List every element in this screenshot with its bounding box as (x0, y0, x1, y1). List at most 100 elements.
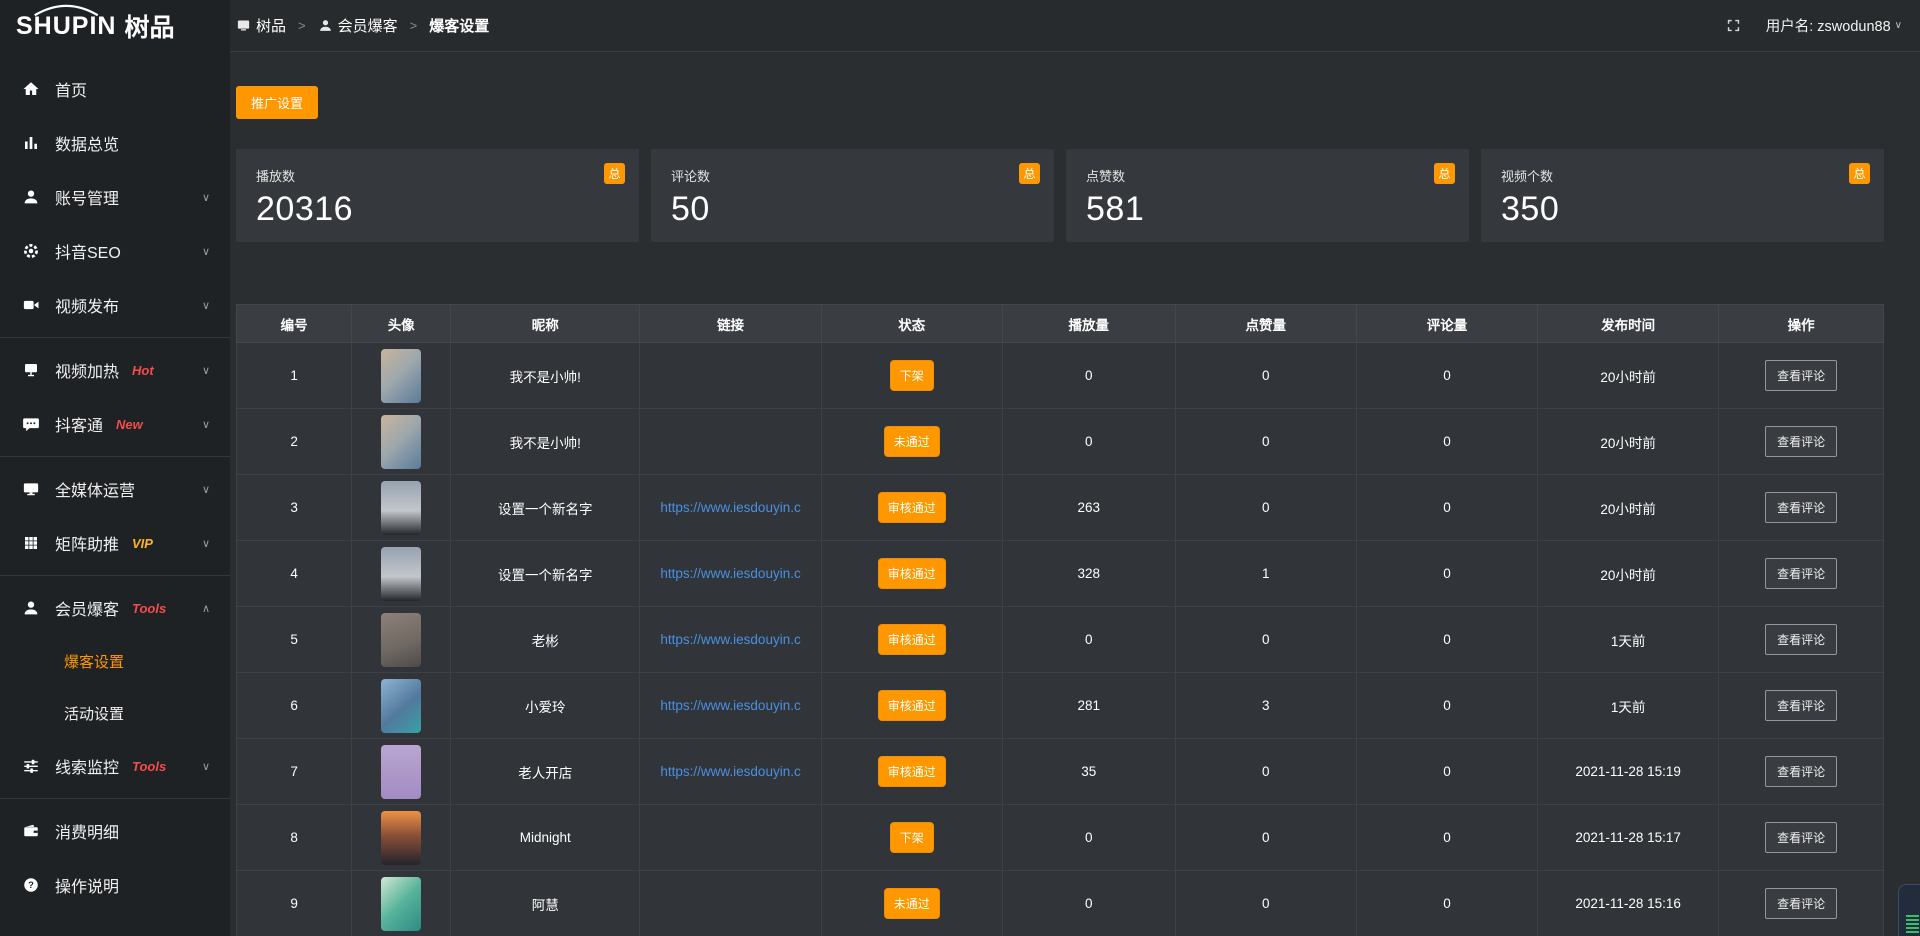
view-comments-button[interactable]: 查看评论 (1765, 690, 1837, 721)
sidebar-item-row[interactable]: 会员爆客 Tools ∧ (0, 581, 230, 635)
status-badge[interactable]: 未通过 (884, 888, 940, 919)
view-comments-button[interactable]: 查看评论 (1765, 426, 1837, 457)
status-badge[interactable]: 未通过 (884, 426, 940, 457)
sidebar-item-row[interactable]: 操作说明 (0, 858, 230, 912)
cell-id: 1 (237, 343, 352, 409)
cell-link (640, 409, 821, 475)
sidebar-item-row[interactable]: 消费明细 (0, 804, 230, 858)
status-badge[interactable]: 审核通过 (878, 624, 946, 655)
avatar (381, 745, 421, 799)
sidebar-item-douketong[interactable]: 抖客通 New ∨ (0, 397, 230, 457)
sidebar-item-label: 爆客设置 (64, 651, 124, 672)
chevron-icon: ∧ (202, 602, 210, 615)
table-header-cell: 发布时间 (1538, 305, 1719, 343)
cell-action: 查看评论 (1719, 673, 1884, 739)
chevron-icon: ∨ (202, 483, 210, 496)
status-badge[interactable]: 审核通过 (878, 558, 946, 589)
cell-avatar (352, 805, 451, 871)
sidebar-item-home[interactable]: 首页 (0, 62, 230, 116)
stat-label: 点赞数 (1086, 166, 1449, 185)
status-badge[interactable]: 审核通过 (878, 756, 946, 787)
view-comments-button[interactable]: 查看评论 (1765, 492, 1837, 523)
cell-id: 9 (237, 871, 352, 936)
cell-likes: 0 (1175, 475, 1356, 541)
sidebar-item-row[interactable]: 账号管理 ∨ (0, 170, 230, 224)
sidebar-item-badge: Tools (132, 601, 166, 616)
sidebar-item-instructions[interactable]: 操作说明 (0, 858, 230, 912)
sidebar-item-row[interactable]: 视频发布 ∨ (0, 278, 230, 332)
status-badge[interactable]: 下架 (890, 360, 934, 391)
sidebar-item-row[interactable]: 视频加热 Hot ∨ (0, 343, 230, 397)
cell-time: 1天前 (1538, 607, 1719, 673)
stat-value: 50 (671, 190, 1034, 229)
sidebar-item-baoke-settings[interactable]: 爆客设置 (0, 635, 230, 687)
cell-status: 审核通过 (821, 475, 1002, 541)
breadcrumb-root[interactable]: 树品 (256, 15, 286, 36)
table-row: 2 我不是小帅! 未通过 0 0 0 20小时前 (237, 409, 1884, 475)
video-link[interactable]: https://www.iesdouyin.c (646, 698, 814, 713)
sidebar-item-douyin-seo[interactable]: 抖音SEO ∨ (0, 224, 230, 278)
floating-widget[interactable] (1898, 884, 1920, 936)
sidebar-item-video-heating[interactable]: 视频加热 Hot ∨ (0, 343, 230, 397)
sidebar-item-matrix-boost[interactable]: 矩阵助推 VIP ∨ (0, 516, 230, 576)
stat-card: 评论数 总 50 (651, 149, 1054, 242)
sidebar-item-badge: Tools (132, 759, 166, 774)
sidebar-item-icon (22, 757, 40, 775)
screen-icon (236, 18, 251, 33)
video-link[interactable]: https://www.iesdouyin.c (646, 632, 814, 647)
status-badge[interactable]: 审核通过 (878, 690, 946, 721)
status-badge[interactable]: 审核通过 (878, 492, 946, 523)
sidebar-item-label: 操作说明 (55, 873, 119, 897)
cell-comments: 0 (1356, 475, 1537, 541)
fullscreen-icon[interactable] (1725, 17, 1742, 34)
cell-status: 未通过 (821, 871, 1002, 936)
sidebar-item-row[interactable]: 数据总览 (0, 116, 230, 170)
video-link[interactable]: https://www.iesdouyin.c (646, 764, 814, 779)
status-badge[interactable]: 下架 (890, 822, 934, 853)
cell-avatar (352, 343, 451, 409)
sidebar-item-member-baoke[interactable]: 会员爆客 Tools ∧ (0, 581, 230, 635)
cell-comments: 0 (1356, 541, 1537, 607)
stat-label: 播放数 (256, 166, 619, 185)
sidebar-item-icon (22, 188, 40, 206)
video-link[interactable]: https://www.iesdouyin.c (646, 566, 814, 581)
cell-comments: 0 (1356, 409, 1537, 475)
video-link[interactable]: https://www.iesdouyin.c (646, 500, 814, 515)
view-comments-button[interactable]: 查看评论 (1765, 822, 1837, 853)
cell-comments: 0 (1356, 673, 1537, 739)
sidebar-item-omnimedia-operation[interactable]: 全媒体运营 ∨ (0, 462, 230, 516)
view-comments-button[interactable]: 查看评论 (1765, 624, 1837, 655)
stat-card: 播放数 总 20316 (236, 149, 639, 242)
username-menu[interactable]: 用户名: zswodun88 (1766, 15, 1891, 36)
sidebar-item-account-management[interactable]: 账号管理 ∨ (0, 170, 230, 224)
sidebar-item-consumption-details[interactable]: 消费明细 (0, 804, 230, 858)
sidebar-item-row[interactable]: 矩阵助推 VIP ∨ (0, 516, 230, 570)
sidebar-item-row[interactable]: 抖音SEO ∨ (0, 224, 230, 278)
app-logo[interactable]: SHUPIN 树品 (0, 0, 230, 52)
view-comments-button[interactable]: 查看评论 (1765, 756, 1837, 787)
sidebar-item-row[interactable]: 全媒体运营 ∨ (0, 462, 230, 516)
avatar (381, 811, 421, 865)
cell-time: 20小时前 (1538, 475, 1719, 541)
avatar (381, 415, 421, 469)
sidebar-item-activity-settings[interactable]: 活动设置 (0, 687, 230, 739)
sidebar-item-row[interactable]: 活动设置 (0, 687, 230, 739)
promo-settings-button[interactable]: 推广设置 (236, 86, 318, 119)
view-comments-button[interactable]: 查看评论 (1765, 360, 1837, 391)
sidebar-item-row[interactable]: 爆客设置 (0, 635, 230, 687)
sidebar-item-label: 会员爆客 (55, 596, 119, 620)
total-badge: 总 (1434, 163, 1455, 184)
sidebar-item-video-publish[interactable]: 视频发布 ∨ (0, 278, 230, 338)
view-comments-button[interactable]: 查看评论 (1765, 888, 1837, 919)
sidebar-item-row[interactable]: 线索监控 Tools ∨ (0, 739, 230, 793)
table-header-cell: 链接 (640, 305, 821, 343)
view-comments-button[interactable]: 查看评论 (1765, 558, 1837, 589)
cell-id: 5 (237, 607, 352, 673)
sidebar-item-row[interactable]: 抖客通 New ∨ (0, 397, 230, 451)
sidebar-item-data-overview[interactable]: 数据总览 (0, 116, 230, 170)
sidebar-item-lead-monitoring[interactable]: 线索监控 Tools ∨ (0, 739, 230, 799)
sidebar-divider (0, 798, 230, 799)
sidebar-item-icon (22, 296, 40, 314)
sidebar-item-row[interactable]: 首页 (0, 62, 230, 116)
breadcrumb-section[interactable]: 会员爆客 (338, 15, 398, 36)
